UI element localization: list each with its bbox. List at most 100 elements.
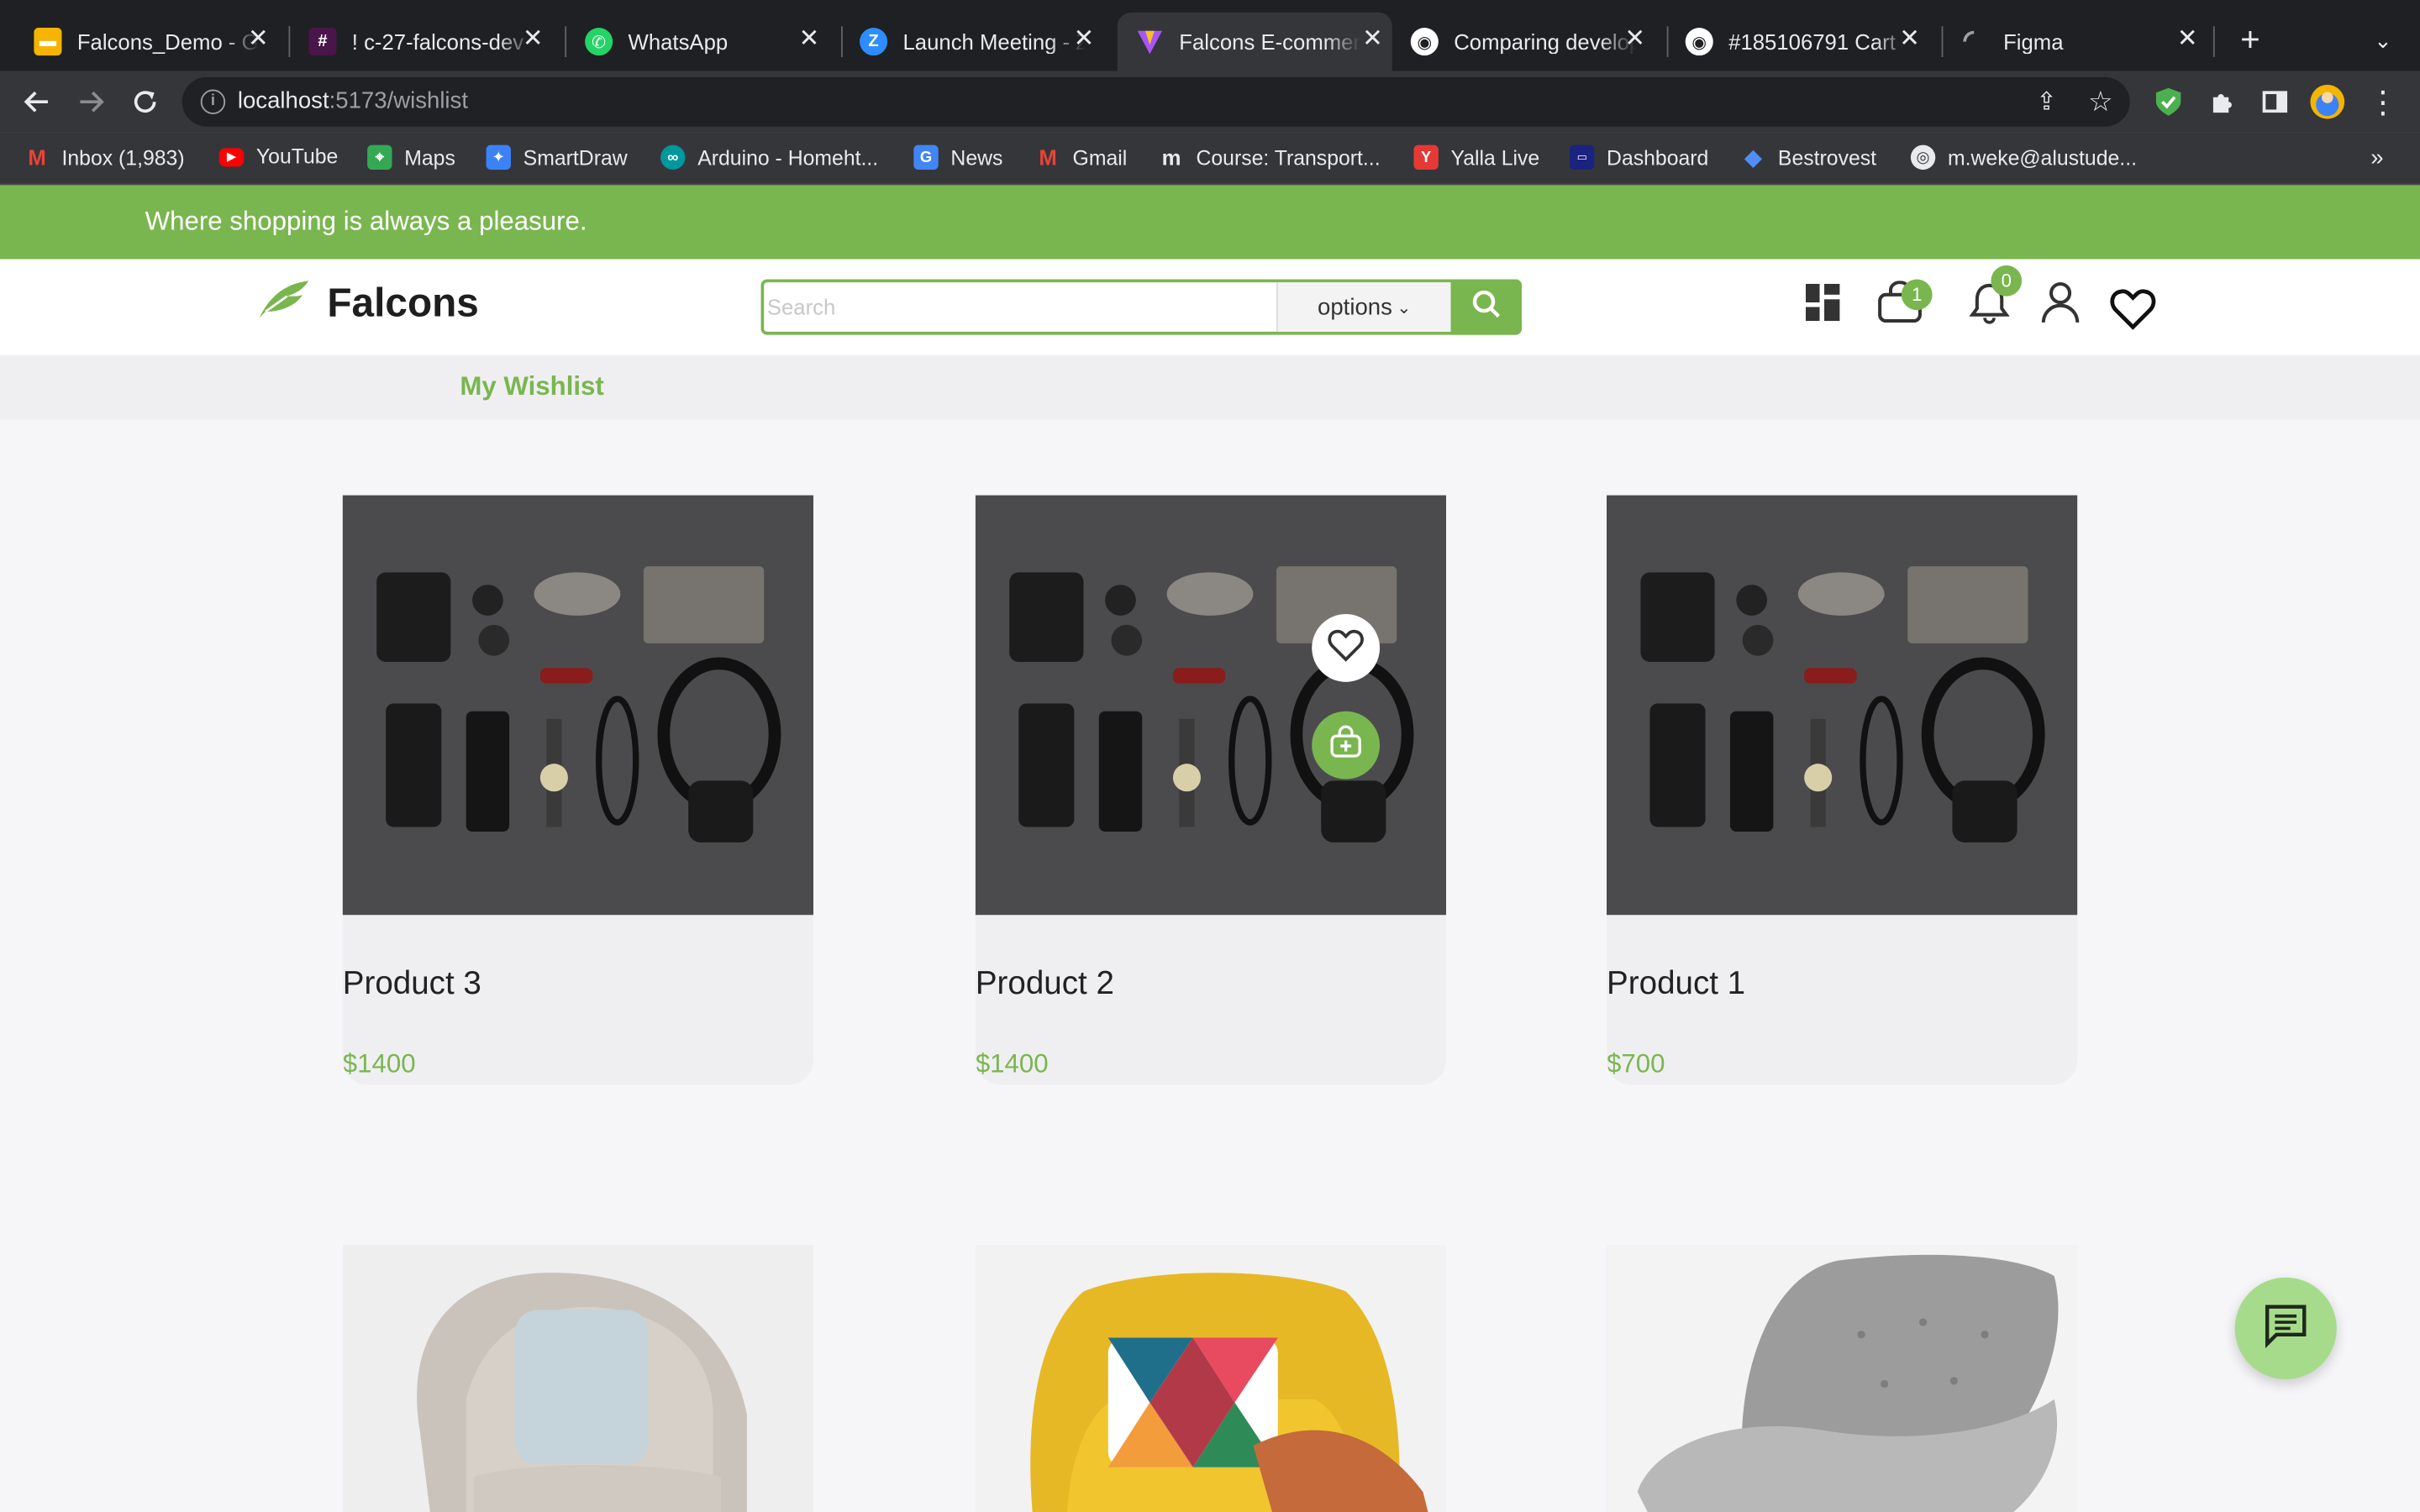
product-card[interactable]: Product 3 $1400 bbox=[342, 495, 813, 1085]
search-options-dropdown[interactable]: options ⌄ bbox=[1276, 282, 1451, 332]
chat-icon bbox=[2263, 1301, 2309, 1355]
close-tab-icon[interactable]: ✕ bbox=[1362, 27, 1383, 52]
yalla-icon: Y bbox=[1413, 144, 1439, 171]
tab-zoom[interactable]: Z Launch Meeting - Zoom ✕ bbox=[860, 13, 1103, 71]
close-tab-icon[interactable]: ✕ bbox=[1899, 27, 1920, 52]
bookmark-star-icon[interactable]: ☆ bbox=[2082, 83, 2119, 120]
brand-logo[interactable]: Falcons bbox=[256, 278, 479, 329]
vite-icon bbox=[1136, 28, 1164, 55]
tab-github-compare[interactable]: ◉ Comparing develop ✕ bbox=[1410, 13, 1655, 71]
close-tab-icon[interactable]: ✕ bbox=[2177, 27, 2198, 52]
product-image bbox=[342, 1245, 813, 1512]
bookmark-inbox[interactable]: M Inbox (1,983) bbox=[24, 145, 184, 170]
tab-github-cart[interactable]: ◉ #185106791 Cart ✕ bbox=[1685, 13, 1929, 71]
product-price: $1400 bbox=[975, 1048, 1049, 1079]
cart-count-badge: 1 bbox=[1901, 279, 1933, 311]
tab-falcons-demo[interactable]: ▬ Falcons_Demo - Google Slides ✕ bbox=[34, 13, 277, 71]
browser-menu-icon[interactable]: ⋮ bbox=[2365, 83, 2402, 120]
close-tab-icon[interactable]: ✕ bbox=[1074, 27, 1095, 52]
github-icon: ◉ bbox=[1410, 28, 1439, 56]
more-bookmarks-icon[interactable]: » bbox=[2370, 145, 2383, 171]
notifications-button[interactable]: 0 bbox=[1966, 265, 2023, 330]
user-icon bbox=[2040, 280, 2081, 331]
bookmark-dashboard[interactable]: ▭ Dashboard bbox=[1569, 144, 1708, 171]
new-tab-icon[interactable]: + bbox=[2232, 20, 2269, 59]
extensions-puzzle-icon[interactable] bbox=[2204, 83, 2241, 120]
tab-figma[interactable]: Figma ✕ bbox=[1960, 13, 2207, 71]
search-bar: options ⌄ bbox=[760, 279, 1523, 335]
dashboard-icon: ▭ bbox=[1569, 144, 1595, 171]
product-image bbox=[342, 495, 813, 916]
product-card[interactable] bbox=[975, 1245, 1447, 1512]
close-tab-icon[interactable]: ✕ bbox=[248, 27, 269, 52]
profile-avatar[interactable] bbox=[2309, 83, 2346, 120]
product-card[interactable] bbox=[1607, 1245, 2078, 1512]
falcon-leaf-icon bbox=[256, 278, 312, 329]
slides-icon: ▬ bbox=[34, 28, 62, 56]
tab-whatsapp[interactable]: ✆ WhatsApp ✕ bbox=[585, 13, 829, 71]
heart-icon bbox=[2110, 286, 2156, 338]
tab-search-chevron-icon[interactable]: ⌄ bbox=[2365, 22, 2402, 59]
notification-count-badge: 0 bbox=[1991, 265, 2023, 297]
forward-icon[interactable] bbox=[72, 83, 109, 120]
browser-tab-strip: ▬ Falcons_Demo - Google Slides ✕ # ! c-2… bbox=[0, 0, 2420, 71]
diamond-icon: ◆ bbox=[1744, 144, 1763, 171]
close-tab-icon[interactable]: ✕ bbox=[799, 27, 820, 52]
chat-button[interactable] bbox=[2234, 1277, 2337, 1380]
product-image bbox=[975, 1245, 1447, 1512]
moodle-icon: m bbox=[1161, 144, 1181, 171]
smartdraw-icon: ✦ bbox=[486, 144, 511, 171]
back-icon[interactable] bbox=[18, 83, 55, 120]
wishlist-button[interactable] bbox=[2110, 287, 2156, 337]
bookmark-maps[interactable]: ⌖ Maps bbox=[367, 144, 455, 171]
tab-slack[interactable]: # ! c-27-falcons-dev ✕ bbox=[308, 13, 552, 71]
product-card[interactable]: Product 1 $700 bbox=[1607, 495, 2078, 1085]
product-price: $1400 bbox=[342, 1048, 416, 1079]
product-price: $700 bbox=[1607, 1048, 1665, 1079]
share-icon[interactable]: ⇪ bbox=[2028, 83, 2065, 120]
side-panel-icon[interactable] bbox=[2256, 83, 2293, 120]
add-to-wishlist-button[interactable] bbox=[1312, 614, 1381, 682]
heart-icon bbox=[1328, 627, 1365, 669]
search-button[interactable] bbox=[1450, 279, 1523, 335]
site-info-icon[interactable]: i bbox=[200, 89, 226, 114]
add-to-cart-button[interactable] bbox=[1312, 711, 1381, 780]
dashboard-grid-icon bbox=[1804, 281, 1841, 329]
site-header: Falcons options ⌄ 1 bbox=[0, 259, 2420, 355]
address-bar[interactable]: i localhost:5173/wishlist ⇪ ☆ bbox=[182, 76, 2130, 127]
reload-icon[interactable] bbox=[127, 83, 164, 120]
close-tab-icon[interactable]: ✕ bbox=[1624, 27, 1645, 52]
bookmark-news[interactable]: G News bbox=[913, 144, 1002, 171]
bookmark-smartdraw[interactable]: ✦ SmartDraw bbox=[486, 144, 628, 171]
bookmark-gmail[interactable]: M Gmail bbox=[1035, 145, 1127, 170]
bookmark-youtube[interactable]: ▶ YouTube bbox=[218, 145, 338, 168]
loading-icon bbox=[1960, 28, 1988, 55]
github-icon: ◉ bbox=[1685, 28, 1713, 56]
bookmark-arduino[interactable]: ∞ Arduino - Homeht... bbox=[660, 144, 878, 171]
cart-plus-icon bbox=[1328, 724, 1362, 766]
search-icon bbox=[1470, 288, 1502, 327]
product-image bbox=[975, 495, 1447, 916]
chevron-down-icon: ⌄ bbox=[1397, 298, 1412, 318]
close-tab-icon[interactable]: ✕ bbox=[523, 27, 544, 52]
bookmark-course[interactable]: m Course: Transport... bbox=[1159, 144, 1381, 171]
product-card[interactable]: Product 2 $1400 bbox=[975, 495, 1447, 1085]
bookmark-yalla-live[interactable]: Y Yalla Live bbox=[1413, 144, 1539, 171]
account-button[interactable] bbox=[2037, 281, 2083, 330]
cart-button[interactable]: 1 bbox=[1874, 279, 1933, 330]
slack-icon: # bbox=[308, 28, 337, 56]
product-name[interactable]: Product 3 bbox=[343, 966, 481, 1003]
globe-icon: ◎ bbox=[1910, 144, 1936, 171]
bookmark-account[interactable]: ◎ m.weke@alustude... bbox=[1910, 144, 2137, 171]
maps-icon: ⌖ bbox=[367, 144, 392, 171]
product-card[interactable] bbox=[342, 1245, 813, 1512]
product-name[interactable]: Product 2 bbox=[976, 966, 1114, 1003]
page-title: My Wishlist bbox=[460, 371, 604, 402]
extension-shield-icon[interactable] bbox=[2150, 83, 2187, 120]
product-name[interactable]: Product 1 bbox=[1607, 966, 1745, 1003]
search-input[interactable] bbox=[766, 285, 1270, 329]
bookmark-bestrovest[interactable]: ◆ Bestrovest bbox=[1741, 144, 1876, 171]
dashboard-grid-button[interactable] bbox=[1800, 281, 1846, 330]
whatsapp-icon: ✆ bbox=[585, 28, 613, 56]
tab-falcons-ecommerce[interactable]: Falcons E-commerce ✕ bbox=[1117, 12, 1392, 71]
